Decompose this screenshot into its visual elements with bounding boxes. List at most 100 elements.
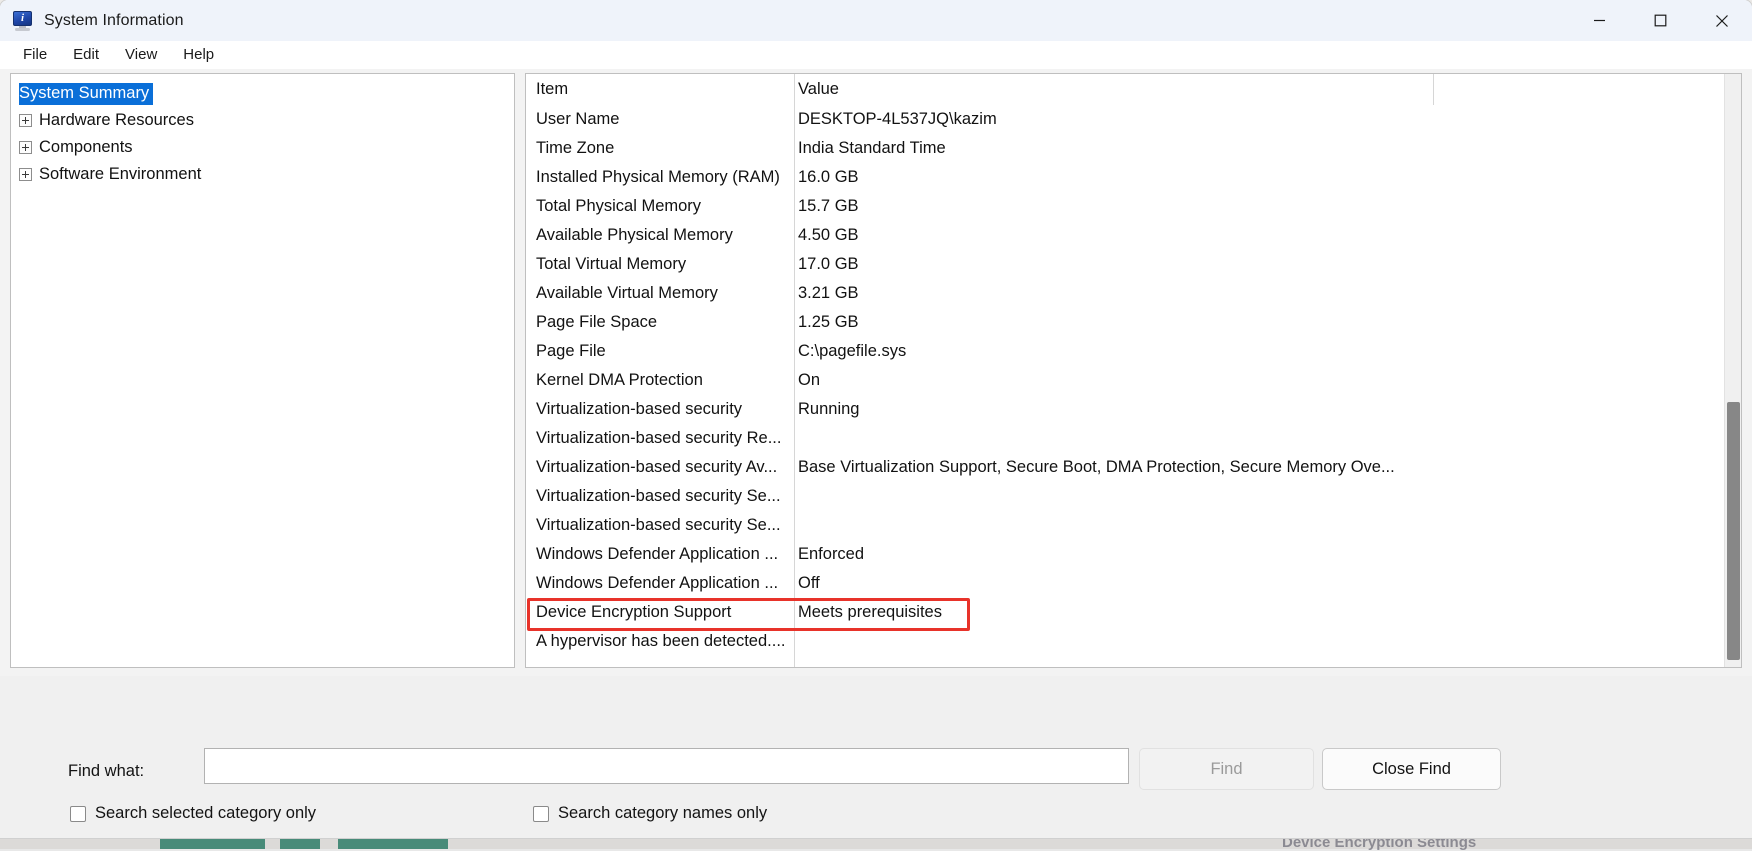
system-information-monitor-icon: i	[12, 10, 34, 32]
cell-item: Windows Defender Application ...	[526, 574, 794, 593]
cell-item: Time Zone	[526, 139, 794, 158]
cell-item: Available Virtual Memory	[526, 284, 794, 303]
expand-plus-icon[interactable]	[19, 114, 32, 127]
cell-item: Virtualization-based security Se...	[526, 487, 794, 506]
cell-value: 3.21 GB	[794, 284, 1741, 303]
table-row[interactable]: Available Physical Memory 4.50 GB	[526, 221, 1741, 250]
table-row[interactable]: Windows Defender Application ... Off	[526, 569, 1741, 598]
details-table: Item Value User Name DESKTOP-4L537JQ\kaz…	[526, 74, 1741, 667]
sidebar-item-software-environment[interactable]: Software Environment	[19, 161, 514, 188]
cell-item: Virtualization-based security	[526, 400, 794, 419]
cell-item: Available Physical Memory	[526, 226, 794, 245]
scrollbar-thumb[interactable]	[1727, 402, 1740, 660]
desktop-chip-2	[280, 839, 320, 849]
category-tree-pane: System Summary Hardware Resources Compon…	[10, 73, 515, 668]
cell-value: Running	[794, 400, 1741, 419]
cell-value: On	[794, 371, 1741, 390]
cell-item: A hypervisor has been detected....	[526, 632, 794, 651]
table-row[interactable]: Kernel DMA Protection On	[526, 366, 1741, 395]
cell-item: Device Encryption Support	[526, 603, 794, 622]
minimize-icon	[1593, 14, 1606, 27]
desktop-chip-3	[338, 839, 448, 849]
table-row[interactable]: Virtualization-based security Se...	[526, 482, 1741, 511]
minimize-button[interactable]	[1569, 0, 1630, 41]
title-bar: i System Information	[0, 0, 1752, 41]
table-row[interactable]: Total Physical Memory 15.7 GB	[526, 192, 1741, 221]
menu-bar: File Edit View Help	[0, 41, 1752, 69]
menu-item-file[interactable]: File	[11, 43, 59, 67]
sidebar-item-system-summary[interactable]: System Summary	[19, 80, 514, 107]
cell-item: Windows Defender Application ...	[526, 545, 794, 564]
window-title: System Information	[44, 12, 184, 30]
cell-value: Base Virtualization Support, Secure Boot…	[794, 458, 1741, 477]
cell-item: Total Physical Memory	[526, 197, 794, 216]
table-row[interactable]: Virtualization-based security Running	[526, 395, 1741, 424]
cell-item: Total Virtual Memory	[526, 255, 794, 274]
menu-item-edit[interactable]: Edit	[61, 43, 111, 67]
maximize-icon	[1654, 14, 1667, 27]
content-area: System Summary Hardware Resources Compon…	[0, 69, 1752, 838]
cell-value: Off	[794, 574, 1741, 593]
cell-item: Installed Physical Memory (RAM)	[526, 168, 794, 187]
sidebar-item-label: Components	[39, 138, 133, 157]
table-row[interactable]: Virtualization-based security Re...	[526, 424, 1741, 453]
search-selected-category-checkbox[interactable]: Search selected category only	[70, 804, 316, 823]
cell-item: Virtualization-based security Se...	[526, 516, 794, 535]
cell-item: Kernel DMA Protection	[526, 371, 794, 390]
column-header-item[interactable]: Item	[526, 80, 794, 99]
sidebar-item-label: Software Environment	[39, 165, 201, 184]
table-row[interactable]: Total Virtual Memory 17.0 GB	[526, 250, 1741, 279]
table-row[interactable]: Installed Physical Memory (RAM) 16.0 GB	[526, 163, 1741, 192]
cell-item: Page File	[526, 342, 794, 361]
menu-item-help[interactable]: Help	[171, 43, 226, 67]
cell-value: Enforced	[794, 545, 1741, 564]
find-bar: Find what: Find Close Find Search select…	[0, 676, 1752, 838]
table-row[interactable]: Time Zone India Standard Time	[526, 134, 1741, 163]
table-row[interactable]: A hypervisor has been detected....	[526, 627, 1741, 656]
window-controls	[1569, 0, 1752, 41]
details-table-pane: Item Value User Name DESKTOP-4L537JQ\kaz…	[525, 73, 1742, 668]
cell-item: User Name	[526, 110, 794, 129]
find-input[interactable]	[204, 748, 1129, 784]
sidebar-item-components[interactable]: Components	[19, 134, 514, 161]
cell-item: Virtualization-based security Av...	[526, 458, 794, 477]
checkbox-box[interactable]	[533, 806, 549, 822]
table-header-row: Item Value	[526, 74, 1741, 105]
table-row[interactable]: Windows Defender Application ... Enforce…	[526, 540, 1741, 569]
close-button[interactable]	[1691, 0, 1752, 41]
table-row[interactable]: Virtualization-based security Se...	[526, 511, 1741, 540]
menu-item-view[interactable]: View	[113, 43, 169, 67]
find-button[interactable]: Find	[1139, 748, 1314, 790]
table-row[interactable]: Page File C:\pagefile.sys	[526, 337, 1741, 366]
expand-plus-icon[interactable]	[19, 168, 32, 181]
table-row-device-encryption-support[interactable]: Device Encryption Support Meets prerequi…	[526, 598, 1741, 627]
cell-value: C:\pagefile.sys	[794, 342, 1741, 361]
panes-container: System Summary Hardware Resources Compon…	[10, 73, 1742, 668]
system-information-window: i System Information	[0, 0, 1752, 838]
close-find-button[interactable]: Close Find	[1322, 748, 1501, 790]
checkbox-label: Search selected category only	[95, 804, 316, 823]
table-vertical-scrollbar[interactable]	[1724, 74, 1741, 667]
cell-value: 15.7 GB	[794, 197, 1741, 216]
cell-value: DESKTOP-4L537JQ\kazim	[794, 110, 1741, 129]
cell-value: Meets prerequisites	[794, 603, 1741, 622]
category-tree: System Summary Hardware Resources Compon…	[11, 74, 514, 188]
sidebar-item-label: System Summary	[19, 83, 153, 105]
sidebar-item-hardware-resources[interactable]: Hardware Resources	[19, 107, 514, 134]
cell-value: 4.50 GB	[794, 226, 1741, 245]
checkbox-box[interactable]	[70, 806, 86, 822]
expand-plus-icon[interactable]	[19, 141, 32, 154]
cell-item: Page File Space	[526, 313, 794, 332]
search-category-names-checkbox[interactable]: Search category names only	[533, 804, 767, 823]
table-row[interactable]: Virtualization-based security Av... Base…	[526, 453, 1741, 482]
cell-value: India Standard Time	[794, 139, 1741, 158]
table-row[interactable]: Page File Space 1.25 GB	[526, 308, 1741, 337]
table-row[interactable]: Available Virtual Memory 3.21 GB	[526, 279, 1741, 308]
table-row[interactable]: User Name DESKTOP-4L537JQ\kazim	[526, 105, 1741, 134]
cell-value: 1.25 GB	[794, 313, 1741, 332]
column-header-value[interactable]: Value	[794, 80, 1741, 99]
sidebar-item-label: Hardware Resources	[39, 111, 194, 130]
desktop-chip-1	[160, 839, 265, 849]
maximize-button[interactable]	[1630, 0, 1691, 41]
cell-value: 16.0 GB	[794, 168, 1741, 187]
